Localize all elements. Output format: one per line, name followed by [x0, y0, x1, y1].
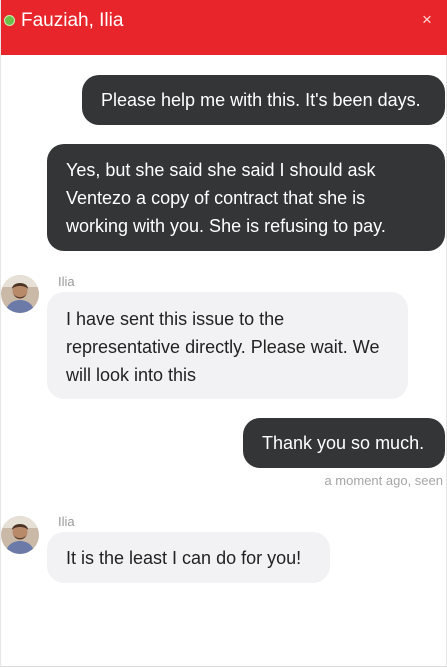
sender-name: Ilia	[58, 274, 75, 289]
outgoing-message: Please help me with this. It's been days…	[82, 75, 445, 125]
avatar[interactable]	[1, 516, 39, 554]
user-avatar-photo-icon	[1, 275, 39, 313]
incoming-message: It is the least I can do for you!	[47, 532, 330, 583]
message-status: a moment ago, seen	[324, 473, 443, 488]
message-line: Please help me with this. It's been days…	[101, 90, 421, 110]
message-line: Yes, but she said she said I should ask	[66, 160, 376, 180]
user-avatar-photo-icon	[1, 516, 39, 554]
message-line: Thank you so much.	[262, 433, 425, 453]
chat-header: Fauziah, Ilia ×	[1, 0, 447, 55]
chat-window: Fauziah, Ilia × Please help me with this…	[0, 0, 447, 667]
message-line: Ventezo a copy of contract that she is	[66, 188, 366, 208]
avatar[interactable]	[1, 275, 39, 313]
outgoing-message: Thank you so much.	[243, 418, 445, 468]
online-status-icon	[4, 15, 15, 26]
sender-name: Ilia	[58, 514, 75, 529]
message-line: It is the least I can do for you!	[66, 548, 302, 568]
close-icon[interactable]: ×	[418, 11, 436, 29]
message-line: representative directly. Please wait. We	[66, 337, 380, 357]
message-line: working with you. She is refusing to pay…	[66, 216, 386, 236]
message-line: will look into this	[66, 365, 197, 385]
message-line: I have sent this issue to the	[66, 309, 285, 329]
outgoing-message: Yes, but she said she said I should ask …	[47, 144, 445, 251]
incoming-message: I have sent this issue to the representa…	[47, 292, 408, 399]
chat-title: Fauziah, Ilia	[21, 10, 124, 31]
